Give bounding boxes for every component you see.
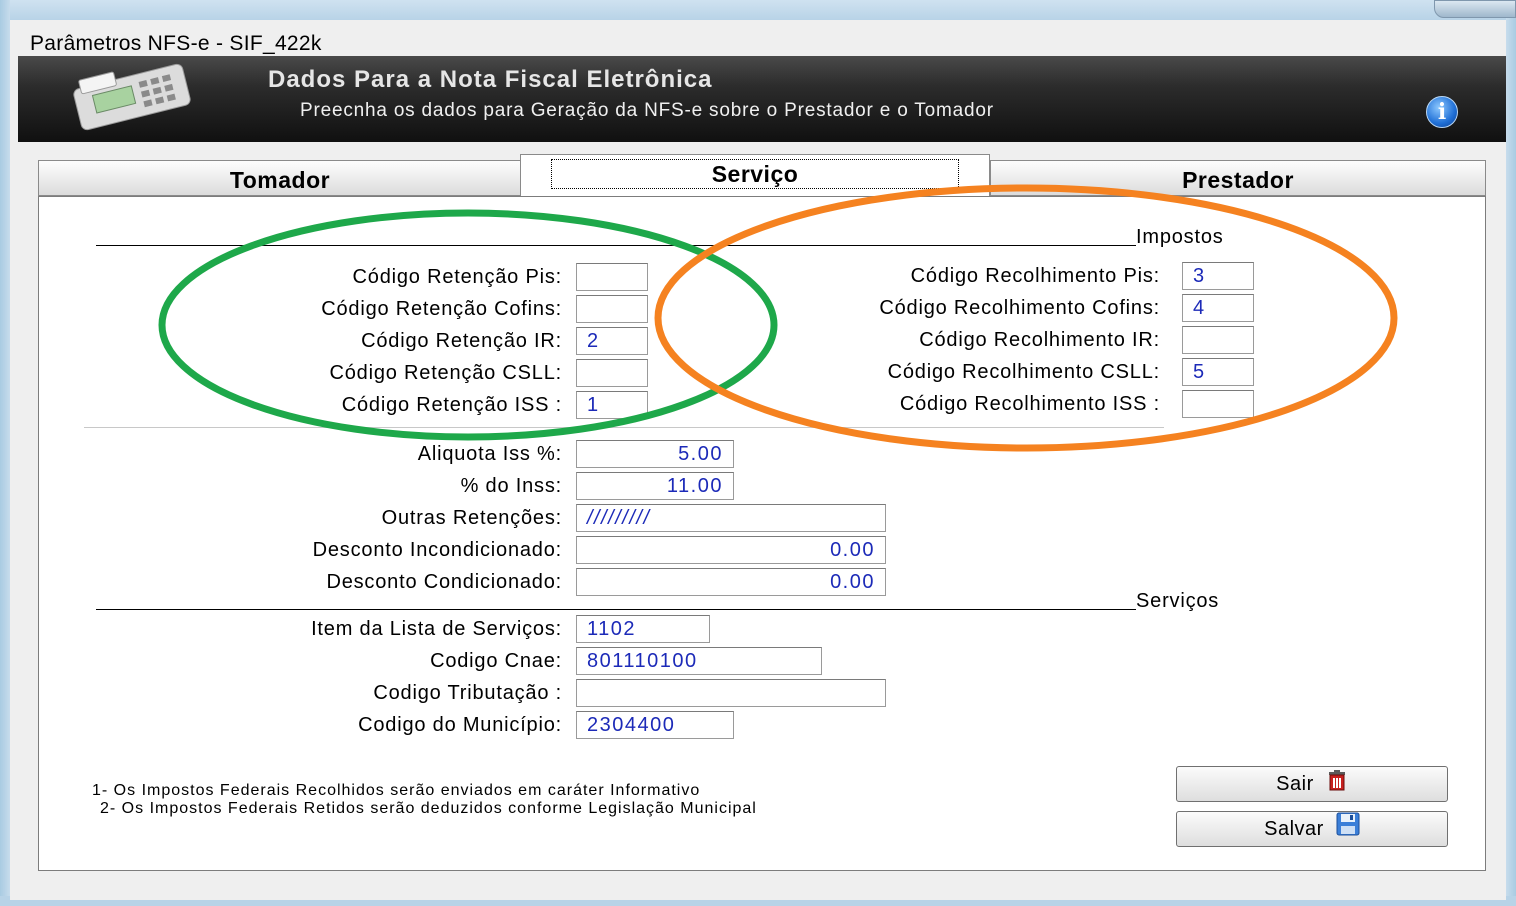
codigo-cnae-label: Codigo Cnae: — [430, 650, 562, 672]
sair-button-label: Sair — [1276, 773, 1314, 795]
outras-retencoes-input[interactable]: ///////// — [576, 504, 886, 532]
recolhimento-ir-label: Código Recolhimento IR: — [919, 329, 1160, 351]
servicos-group-label: Serviços — [1136, 590, 1220, 612]
banner-subtitle: Preecnha os dados para Geração da NFS-e … — [300, 100, 994, 121]
salvar-button-label: Salvar — [1264, 818, 1324, 840]
note-recolhidos: 1- Os Impostos Federais Recolhidos serão… — [92, 782, 701, 799]
retencao-ir-input[interactable]: 2 — [576, 327, 648, 355]
retencao-cofins-label: Código Retenção Cofins: — [321, 298, 562, 320]
recolhimento-iss-input[interactable] — [1182, 390, 1254, 418]
retencao-iss-label: Código Retenção ISS : — [341, 394, 562, 416]
inss-percent-label: % do Inss: — [460, 475, 562, 497]
codigo-tributacao-input[interactable] — [576, 679, 886, 707]
sair-button[interactable]: Sair — [1176, 766, 1448, 802]
codigo-municipio-input[interactable]: 2304400 — [576, 711, 734, 739]
window-frame-left — [0, 0, 10, 906]
codigo-tributacao-label: Codigo Tributação : — [373, 682, 562, 704]
impostos-divider — [96, 245, 1136, 246]
retencao-csll-input[interactable] — [576, 359, 648, 387]
recolhimento-ir-input[interactable] — [1182, 326, 1254, 354]
desconto-condicionado-label: Desconto Condicionado: — [326, 571, 562, 593]
tab-tomador[interactable]: Tomador — [38, 160, 522, 196]
section-separator — [84, 427, 1164, 428]
desconto-condicionado-input[interactable]: 0.00 — [576, 568, 886, 596]
window-title: Parâmetros NFS-e - SIF_422k — [30, 32, 322, 55]
pos-terminal-icon — [62, 62, 200, 132]
trash-icon — [1326, 768, 1348, 802]
header-banner: Dados Para a Nota Fiscal Eletrônica Pree… — [18, 56, 1506, 142]
banner-title: Dados Para a Nota Fiscal Eletrônica — [268, 66, 713, 93]
tab-prestador[interactable]: Prestador — [990, 160, 1486, 196]
item-lista-servicos-input[interactable]: 1102 — [576, 615, 710, 643]
retencao-csll-label: Código Retenção CSLL: — [329, 362, 562, 384]
recolhimento-pis-label: Código Recolhimento Pis: — [910, 265, 1160, 287]
window-frame-right — [1506, 0, 1516, 906]
retencao-cofins-input[interactable] — [576, 295, 648, 323]
aliquota-iss-label: Aliquota Iss %: — [417, 443, 562, 465]
info-icon[interactable]: i — [1426, 96, 1458, 128]
servicos-divider — [96, 609, 1136, 610]
desconto-incondicionado-label: Desconto Incondicionado: — [312, 539, 562, 561]
recolhimento-pis-input[interactable]: 3 — [1182, 262, 1254, 290]
codigo-cnae-input[interactable]: 801110100 — [576, 647, 822, 675]
item-lista-servicos-label: Item da Lista de Serviços: — [311, 618, 562, 640]
floppy-disk-icon — [1336, 812, 1360, 847]
recolhimento-cofins-label: Código Recolhimento Cofins: — [879, 297, 1160, 319]
retencao-ir-label: Código Retenção IR: — [361, 330, 562, 352]
close-window-button[interactable] — [1434, 0, 1516, 18]
recolhimento-iss-label: Código Recolhimento ISS : — [899, 393, 1160, 415]
dialog-window: Parâmetros NFS-e - SIF_422k Dados Para a… — [10, 20, 1506, 900]
window-frame-top — [0, 0, 1516, 20]
recolhimento-csll-input[interactable]: 5 — [1182, 358, 1254, 386]
note-retidos: 2- Os Impostos Federais Retidos serão de… — [100, 800, 757, 817]
tab-servico-label: Serviço — [550, 159, 960, 189]
retencao-pis-input[interactable] — [576, 263, 648, 291]
desconto-incondicionado-input[interactable]: 0.00 — [576, 536, 886, 564]
salvar-button[interactable]: Salvar — [1176, 811, 1448, 847]
aliquota-iss-input[interactable]: 5.00 — [576, 440, 734, 468]
retencao-pis-label: Código Retenção Pis: — [352, 266, 562, 288]
recolhimento-csll-label: Código Recolhimento CSLL: — [887, 361, 1160, 383]
codigo-municipio-label: Codigo do Município: — [358, 714, 562, 736]
impostos-group-label: Impostos — [1136, 226, 1224, 248]
recolhimento-cofins-input[interactable]: 4 — [1182, 294, 1254, 322]
outras-retencoes-label: Outras Retenções: — [381, 507, 562, 529]
inss-percent-input[interactable]: 11.00 — [576, 472, 734, 500]
retencao-iss-input[interactable]: 1 — [576, 391, 648, 419]
tab-servico[interactable]: Serviço — [520, 154, 990, 200]
